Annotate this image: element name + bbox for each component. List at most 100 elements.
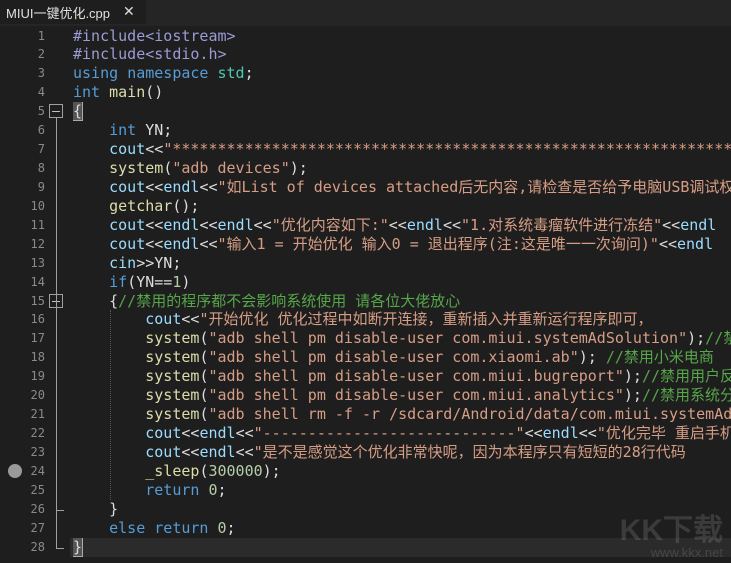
code-token: system [109, 159, 164, 177]
code-token: ; [217, 480, 227, 499]
code-line[interactable]: getchar(); [73, 197, 731, 216]
code-token: cout [109, 177, 146, 196]
code-token: (); [172, 196, 200, 215]
code-line[interactable]: cout<<"*********************************… [73, 140, 731, 159]
code-editor[interactable]: 1 2 3 4 5 6 7 8 9 10 11 12 13 14 15 16 17 18 19 20 21 22 23 24 2… [0, 26, 731, 563]
code-token: if [109, 272, 128, 291]
code-line[interactable]: system("adb shell rm -f -r /sdcard/Andro… [73, 405, 731, 424]
code-line[interactable]: #include<iostream> [73, 27, 731, 46]
code-token: << [181, 442, 200, 461]
fold-line [56, 118, 57, 548]
code-token: int [109, 121, 137, 140]
line-number: 26 [30, 501, 45, 516]
code-line[interactable]: cout<<"开始优化 优化过程中如断开连接，重新插入并重新运行程序即可， [73, 310, 731, 329]
code-line[interactable]: cout<<endl<<"---------------------------… [73, 424, 731, 443]
code-line[interactable]: system("adb shell pm disable-user com.xi… [73, 348, 731, 367]
fold-end-marker [56, 547, 64, 549]
code-line[interactable]: cin>>YN; [73, 254, 731, 273]
line-number: 17 [30, 331, 45, 346]
code-token: YN [136, 272, 155, 291]
code-token: system [145, 348, 200, 367]
code-token: endl [163, 215, 200, 234]
line-number: 2 [37, 47, 45, 62]
close-icon[interactable]: ✕ [123, 3, 135, 20]
code-line[interactable]: cout<<endl<<"如List of devices attached后无… [73, 178, 731, 197]
code-token: "adb shell rm -f -r /sdcard/Android/data… [208, 405, 731, 424]
line-number: 13 [30, 255, 45, 270]
code-token: << [199, 215, 218, 234]
code-token: << [145, 234, 164, 253]
code-token: { [109, 291, 119, 310]
code-line[interactable]: int YN; [73, 121, 731, 140]
code-line[interactable]: return 0; [73, 481, 731, 500]
fold-collapse-icon[interactable] [49, 104, 63, 119]
line-number: 21 [30, 407, 45, 422]
code-line[interactable]: cout<<endl<<endl<<"优化内容如下:"<<endl<<"1.对系… [73, 216, 731, 235]
code-token: << [199, 234, 218, 253]
code-token: endl [163, 177, 200, 196]
tab-miui-optimize-cpp[interactable]: MIUI一键优化.cpp ✕ [0, 0, 146, 24]
code-token: endl [199, 424, 236, 443]
line-number: 16 [30, 312, 45, 327]
code-token: std [217, 64, 245, 83]
code-token: system [145, 386, 200, 405]
code-line[interactable]: _sleep(300000); [73, 462, 731, 481]
code-token: "adb shell pm disable-user com.miui.bugr… [208, 367, 624, 386]
code-token: "adb shell pm disable-user com.miui.syst… [208, 329, 688, 348]
code-line[interactable]: system("adb shell pm disable-user com.mi… [73, 329, 731, 348]
code-token: << [199, 177, 218, 196]
code-token: "是不是感觉这个优化非常快呢，因为本程序只有短短的28行代码 [253, 442, 686, 461]
line-number: 8 [37, 161, 45, 175]
code-token: return [154, 518, 209, 537]
line-number: 14 [30, 274, 45, 289]
code-line[interactable]: system("adb shell pm disable-user com.mi… [73, 367, 731, 386]
code-token: << [442, 215, 462, 234]
code-token: << [524, 424, 543, 443]
code-token: #include<iostream> [73, 26, 236, 45]
code-token: "优化内容如下:" [271, 215, 389, 234]
code-line[interactable]: using namespace std; [73, 64, 731, 83]
code-line[interactable]: cout<<endl<<"输入1 = 开始优化 输入0 = 退出程序(注:这是唯… [73, 235, 731, 254]
code-token: "adb shell pm disable-user com.xiaomi.ab… [208, 348, 579, 367]
code-token: << [235, 442, 254, 461]
code-token: ); [578, 348, 606, 367]
code-line[interactable]: #include<stdio.h> [73, 45, 731, 64]
tab-title: MIUI一键优化.cpp [6, 5, 111, 21]
code-token: "adb devices" [172, 159, 290, 177]
tab-bar: MIUI一键优化.cpp ✕ [0, 0, 731, 26]
code-token: ); [262, 461, 281, 480]
code-token: ; [226, 518, 236, 537]
code-token: << [145, 177, 164, 196]
code-line[interactable]: {//禁用的程序都不会影响系统使用 请各位大佬放心 [73, 292, 731, 311]
code-token: << [578, 424, 597, 443]
line-number: 20 [30, 388, 45, 403]
code-token: //禁用广告 [705, 329, 731, 348]
code-line[interactable]: system("adb shell pm disable-user com.mi… [73, 386, 731, 405]
code-line[interactable]: { [73, 102, 731, 122]
code-token: << [662, 215, 681, 234]
code-token: endl [217, 215, 254, 234]
code-line[interactable]: if(YN==1) [73, 273, 731, 292]
code-token: cin [109, 253, 137, 272]
code-token: ); [623, 367, 642, 386]
code-line[interactable]: int main() [73, 83, 731, 102]
code-token: main [109, 83, 146, 102]
code-line[interactable]: cout<<endl<<"是不是感觉这个优化非常快呢，因为本程序只有短短的28行… [73, 443, 731, 462]
code-token: << [181, 310, 200, 329]
code-line[interactable]: system("adb devices"); [73, 159, 731, 178]
code-token: //禁用的程序都不会影响系统使用 请各位大佬放心 [118, 291, 461, 310]
code-token: endl [677, 234, 714, 253]
breakpoint-icon[interactable] [8, 463, 22, 478]
code-token: getchar [109, 196, 173, 215]
line-number: 28 [30, 539, 45, 554]
code-token: "如List of devices attached后无内容,请检查是否给予电脑… [217, 177, 731, 196]
code-token: << [181, 424, 200, 443]
